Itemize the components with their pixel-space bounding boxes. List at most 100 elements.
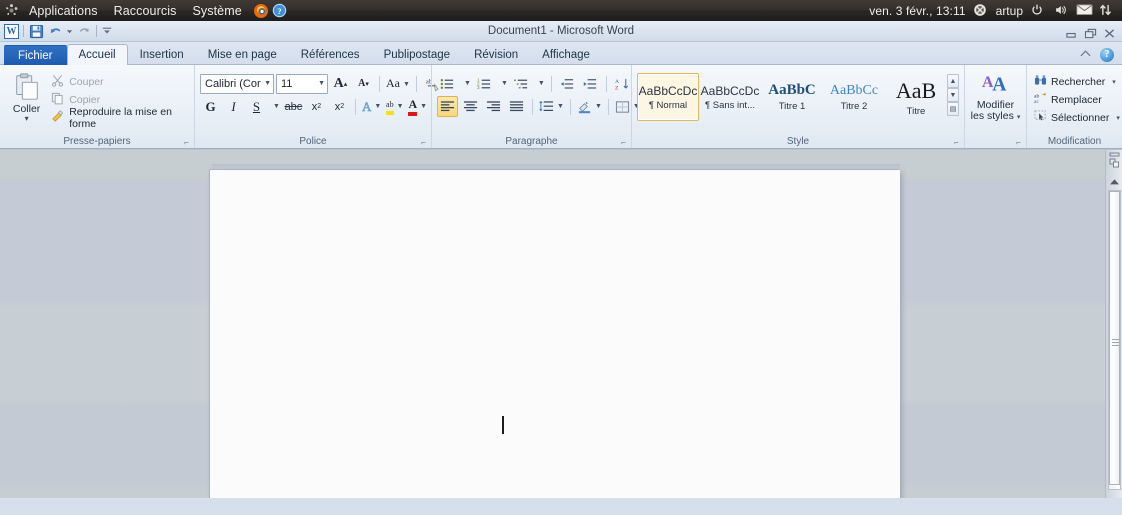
format-painter-button[interactable]: Reproduire la mise en forme: [48, 106, 189, 130]
font-group-label: Police: [299, 135, 327, 147]
align-right-icon[interactable]: [483, 96, 504, 117]
undo-dropdown-button[interactable]: [66, 23, 73, 39]
select-label: Sélectionner: [1051, 111, 1110, 124]
font-row-2: G I S ▼ abc x2 x2 A ▼ ab ▼ A ▼: [200, 95, 428, 118]
increase-indent-icon[interactable]: [580, 73, 601, 94]
help-icon[interactable]: ?: [1100, 48, 1114, 62]
bullets-dropdown[interactable]: ▼: [460, 73, 472, 94]
multilevel-list-icon[interactable]: [511, 73, 532, 94]
help-icon[interactable]: ?: [272, 3, 288, 19]
ruler-toggle-icon[interactable]: [1108, 152, 1121, 174]
subscript-button[interactable]: x2: [306, 96, 327, 117]
styles-scroll-up-button[interactable]: ▲: [947, 74, 959, 88]
align-left-icon[interactable]: [437, 96, 458, 117]
replace-button[interactable]: ab ac Remplacer: [1032, 91, 1104, 108]
gnome-swirl-icon[interactable]: [4, 3, 19, 18]
styles-more-button[interactable]: ▤: [947, 102, 959, 116]
paste-dropdown-caret[interactable]: ▾: [25, 115, 29, 123]
firefox-icon[interactable]: [253, 3, 269, 19]
minimize-button[interactable]: [1065, 26, 1078, 38]
align-justify-icon[interactable]: [506, 96, 527, 117]
style-titre[interactable]: AaB Titre: [885, 73, 947, 121]
save-button[interactable]: [28, 23, 44, 39]
font-name-combo[interactable]: Calibri (Corps ▼: [200, 73, 274, 94]
modify-styles-dialog-launcher[interactable]: ⌐: [1014, 138, 1023, 147]
font-color-button[interactable]: A ▼: [407, 96, 428, 117]
multilevel-dropdown[interactable]: ▼: [534, 73, 546, 94]
superscript-button[interactable]: x2: [329, 96, 350, 117]
numbering-icon[interactable]: 1 2 3: [474, 73, 495, 94]
find-button[interactable]: Rechercher ▾: [1032, 73, 1118, 90]
mail-icon[interactable]: [1076, 3, 1093, 19]
underline-dropdown[interactable]: ▼: [269, 96, 281, 117]
decrease-indent-icon[interactable]: [557, 73, 578, 94]
font-dialog-launcher[interactable]: ⌐: [419, 138, 428, 147]
change-case-button[interactable]: Aa ▼: [385, 73, 411, 94]
bullets-icon[interactable]: [437, 73, 458, 94]
underline-button[interactable]: S: [246, 96, 267, 117]
cut-button[interactable]: Couper: [48, 73, 189, 90]
vertical-scroll-track[interactable]: [1108, 190, 1121, 490]
tab-fichier[interactable]: Fichier: [4, 45, 67, 65]
tab-insertion[interactable]: Insertion: [128, 44, 196, 65]
scroll-up-button[interactable]: [1108, 176, 1121, 188]
editing-group-label-wrap: Modification: [1027, 134, 1122, 148]
select-button[interactable]: Sélectionner ▾: [1032, 109, 1122, 126]
text-effects-button[interactable]: A ▼: [361, 96, 382, 117]
highlight-label: ab: [386, 100, 394, 109]
clipboard-dialog-launcher[interactable]: ⌐: [182, 138, 191, 147]
user-status-icon[interactable]: [973, 3, 989, 19]
panel-username[interactable]: artup: [996, 4, 1023, 18]
shading-icon[interactable]: ▼: [576, 96, 603, 117]
align-center-icon[interactable]: [460, 96, 481, 117]
collapse-ribbon-icon[interactable]: [1079, 46, 1092, 64]
paste-button[interactable]: Coller ▾: [5, 70, 48, 123]
tab-affichage[interactable]: Affichage: [530, 44, 602, 65]
font-body: Calibri (Corps ▼ 11 ▼ A▴ A▾: [195, 68, 439, 134]
find-dropdown-caret[interactable]: ▾: [1109, 78, 1116, 86]
modify-styles-button[interactable]: A A Modifier les styles ▾: [970, 72, 1021, 123]
document-workspace[interactable]: [0, 149, 1122, 498]
sort-icon[interactable]: A Z: [612, 73, 633, 94]
styles-dialog-launcher[interactable]: ⌐: [952, 138, 961, 147]
tab-publipostage[interactable]: Publipostage: [372, 44, 463, 65]
bold-button[interactable]: G: [200, 96, 221, 117]
panel-clock[interactable]: ven. 3 févr., 13:11: [869, 4, 965, 18]
style-sans-interligne[interactable]: AaBbCcDc ¶ Sans int...: [699, 73, 761, 121]
tab-revision[interactable]: Révision: [462, 44, 530, 65]
grow-font-button[interactable]: A ▴: [330, 73, 351, 94]
customize-qat-button[interactable]: [101, 23, 112, 39]
document-page[interactable]: [210, 170, 900, 498]
style-titre-1[interactable]: AaBbC Titre 1: [761, 73, 823, 121]
select-dropdown-caret[interactable]: ▾: [1113, 114, 1120, 122]
paragraph-dialog-launcher[interactable]: ⌐: [619, 138, 628, 147]
font-size-combo[interactable]: 11 ▼: [276, 73, 328, 94]
vertical-scrollbar[interactable]: [1105, 150, 1122, 498]
window-titlebar: W Document1 - Microsoft Word: [0, 21, 1122, 42]
tab-accueil[interactable]: Accueil: [66, 44, 128, 65]
redo-button[interactable]: [76, 23, 92, 39]
word-logo-icon[interactable]: W: [4, 23, 19, 39]
panel-menu-applications[interactable]: Applications: [21, 2, 106, 20]
modify-styles-label-2-wrap: les styles ▾: [970, 110, 1021, 122]
strikethrough-button[interactable]: abc: [283, 96, 304, 117]
vertical-scroll-thumb[interactable]: [1109, 191, 1120, 485]
tab-references[interactable]: Références: [289, 44, 372, 65]
line-spacing-icon[interactable]: ▼: [538, 96, 565, 117]
volume-icon[interactable]: [1053, 3, 1069, 19]
shrink-font-button[interactable]: A ▾: [353, 73, 374, 94]
panel-menu-systeme[interactable]: Système: [184, 2, 249, 20]
styles-scroll-down-button[interactable]: ▼: [947, 88, 959, 102]
close-button[interactable]: [1103, 26, 1116, 38]
tab-mise-en-page[interactable]: Mise en page: [196, 44, 289, 65]
highlight-button[interactable]: ab ▼: [384, 96, 405, 117]
style-normal[interactable]: AaBbCcDc ¶ Normal: [637, 73, 699, 121]
power-icon[interactable]: [1030, 3, 1046, 19]
panel-menu-raccourcis[interactable]: Raccourcis: [106, 2, 185, 20]
style-titre-2[interactable]: AaBbCc Titre 2: [823, 73, 885, 121]
undo-button[interactable]: [47, 23, 63, 39]
network-updown-icon[interactable]: [1099, 3, 1115, 19]
numbering-dropdown[interactable]: ▼: [497, 73, 509, 94]
restore-button[interactable]: [1084, 26, 1097, 38]
italic-button[interactable]: I: [223, 96, 244, 117]
